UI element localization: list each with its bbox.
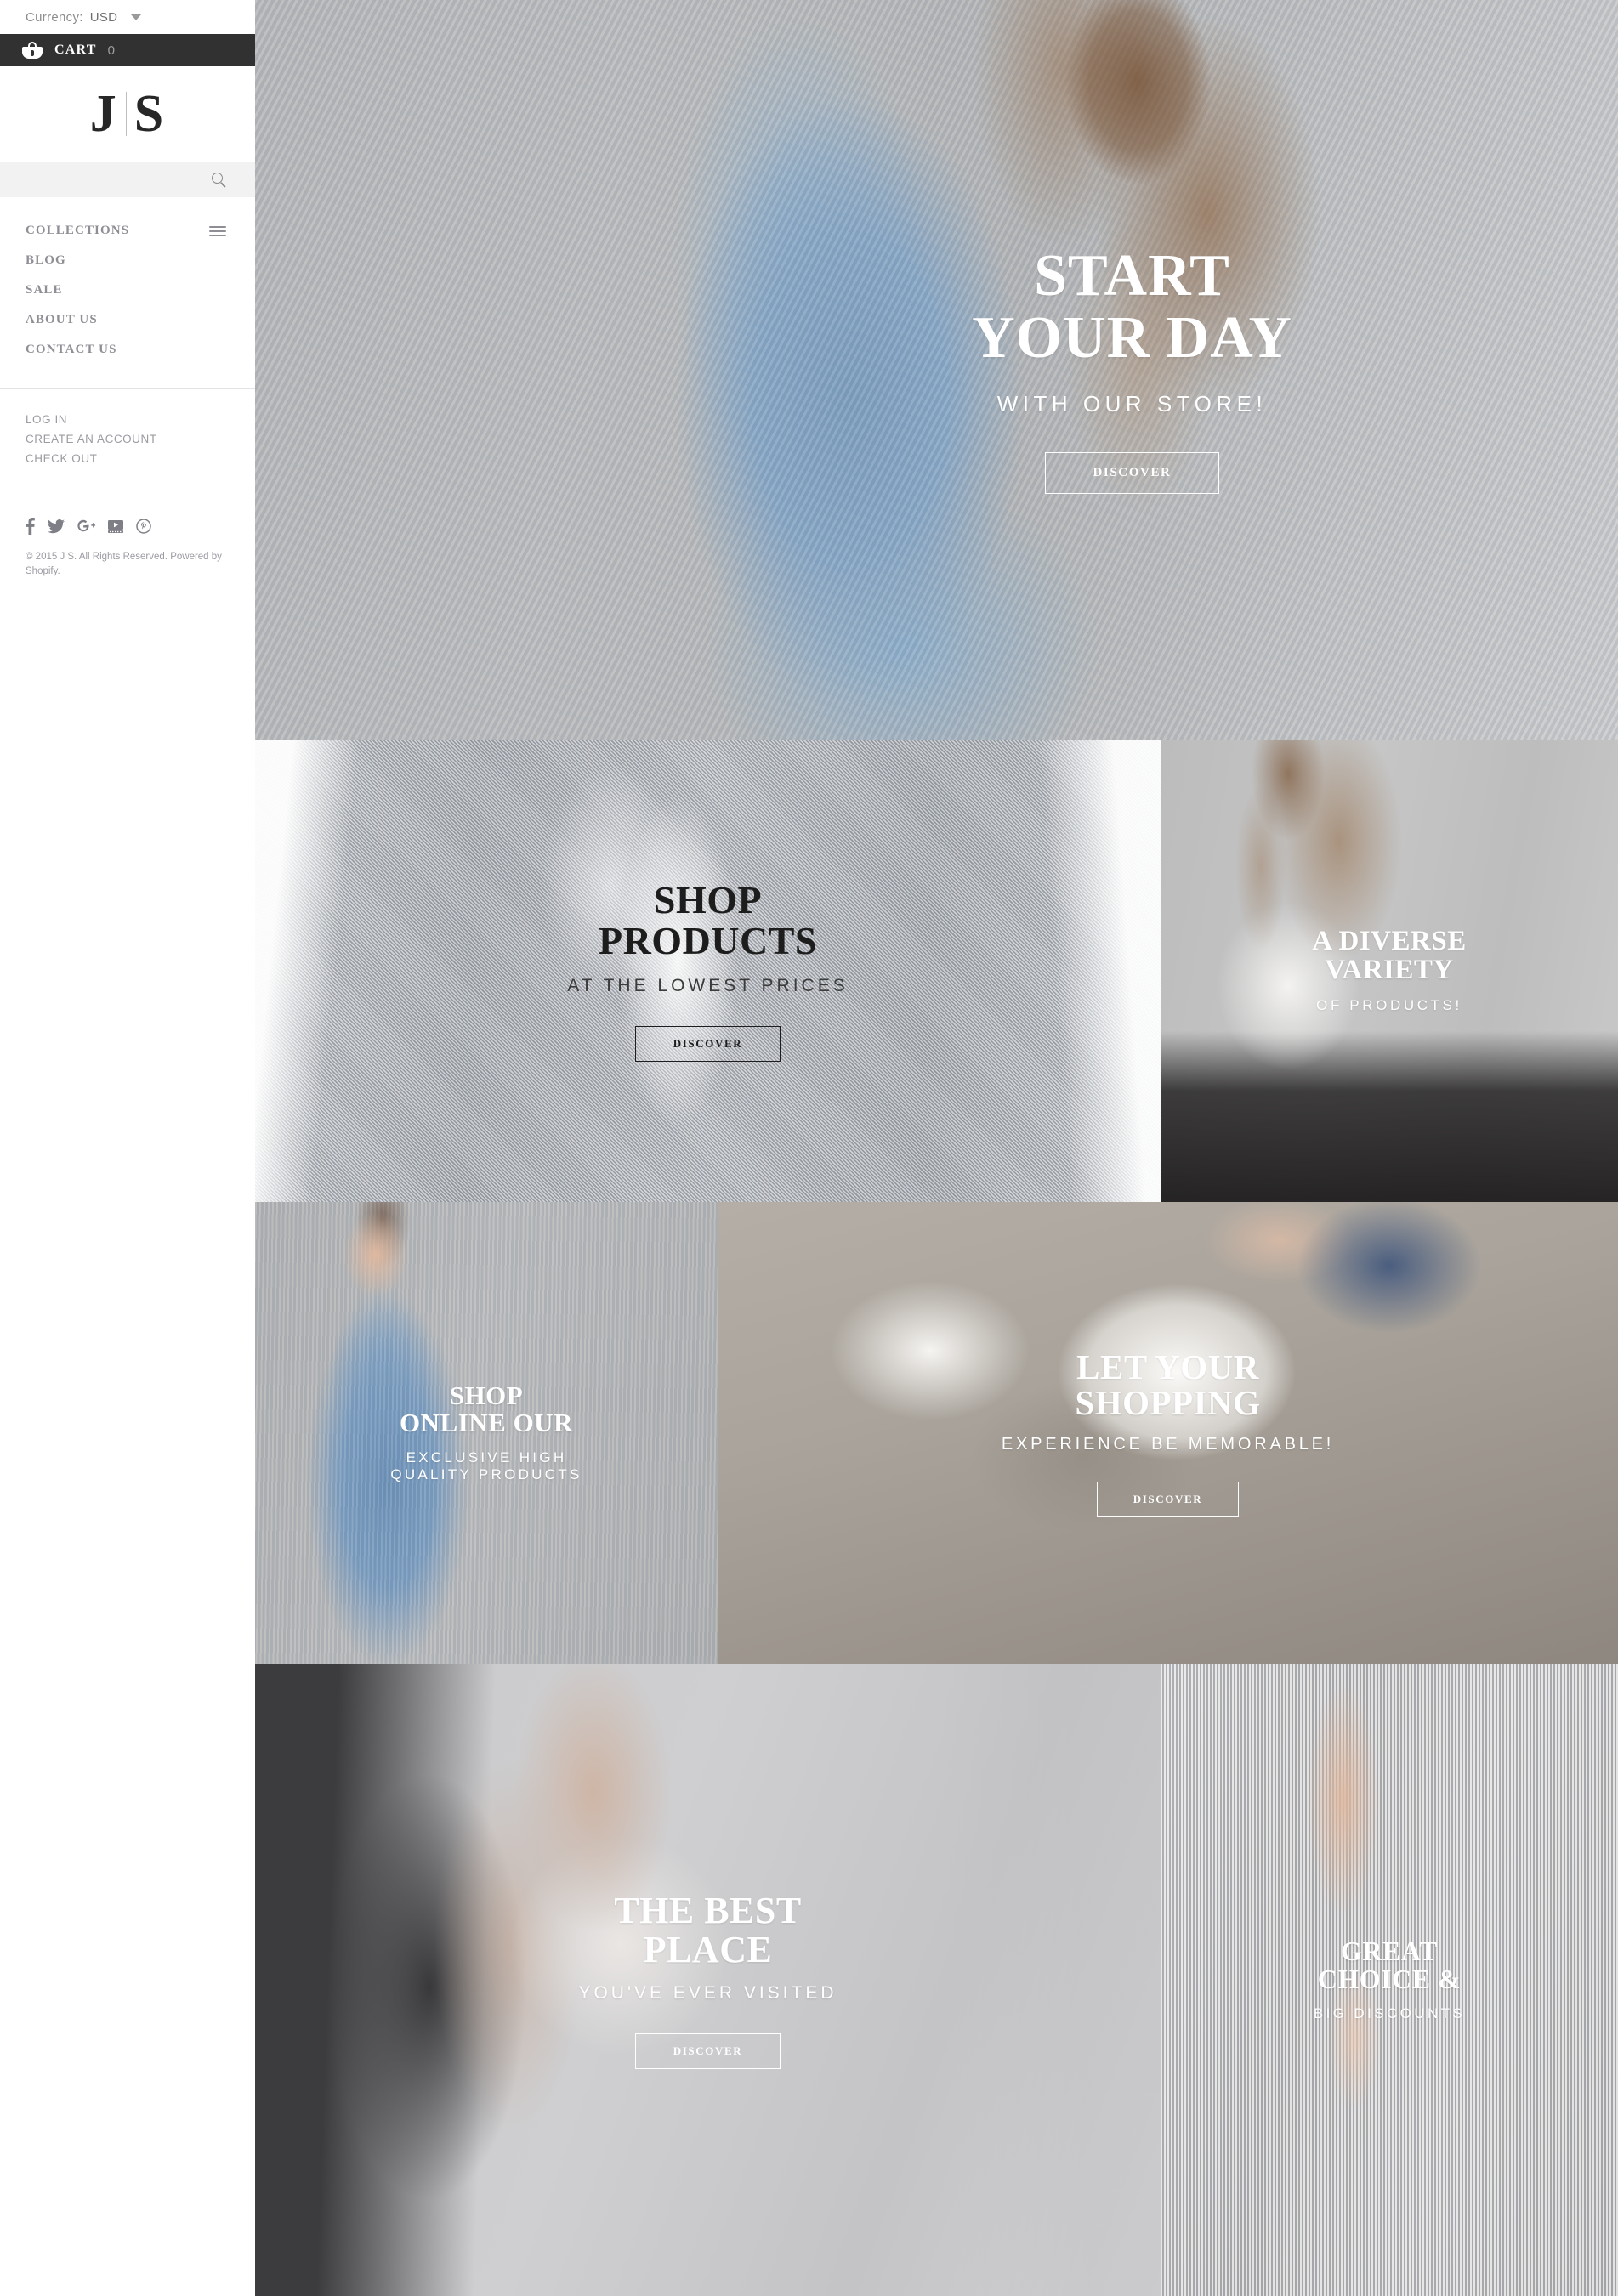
panel-hero[interactable]: START YOUR DAY WITH OUR STORE! DISCOVER xyxy=(255,0,1618,740)
cart-button[interactable]: CART 0 xyxy=(0,34,255,66)
pinterest-icon[interactable] xyxy=(136,519,151,534)
sidebar-item-label[interactable]: ABOUT US xyxy=(26,313,98,327)
panel-let-your-shopping[interactable]: LET YOUR SHOPPING EXPERIENCE BE MEMORABL… xyxy=(718,1202,1618,1664)
chevron-down-icon xyxy=(131,14,142,20)
panel-shop-online[interactable]: SHOP ONLINE OUR EXCLUSIVE HIGH QUALITY P… xyxy=(255,1202,718,1664)
check-out-link[interactable]: CHECK OUT xyxy=(26,449,255,468)
sidebar-item-about-us[interactable]: ABOUT US xyxy=(26,305,255,335)
facebook-icon[interactable] xyxy=(26,518,35,535)
page-root: Currency: USD CART 0 J S COLLECTIONS BLO… xyxy=(0,0,1618,2296)
great-choice-title-line1: GREAT xyxy=(1341,1935,1438,1966)
sidebar-item-contact-us[interactable]: CONTACT US xyxy=(26,335,255,365)
logo-divider xyxy=(125,92,127,136)
hero-title-line2: YOUR DAY xyxy=(972,304,1292,371)
google-plus-icon[interactable] xyxy=(77,519,95,534)
shop-online-title-line2: ONLINE OUR xyxy=(400,1408,573,1438)
shop-products-discover-button[interactable]: DISCOVER xyxy=(634,1025,781,1062)
best-place-title-line1: THE BEST xyxy=(614,1889,802,1931)
logo-letter-s: S xyxy=(133,84,166,143)
sidebar-item-label[interactable]: COLLECTIONS xyxy=(26,224,129,238)
shop-online-subtitle-line1: EXCLUSIVE HIGH xyxy=(406,1448,567,1465)
cart-label: CART xyxy=(54,43,97,57)
hamburger-icon[interactable] xyxy=(209,225,226,236)
great-choice-subtitle: BIG DISCOUNTS xyxy=(1313,2005,1466,2022)
great-choice-title-line2: CHOICE & xyxy=(1317,1964,1462,1995)
diverse-variety-title-line2: VARIETY xyxy=(1325,955,1454,986)
cart-count: 0 xyxy=(107,43,115,58)
sidebar-item-label[interactable]: CONTACT US xyxy=(26,343,117,357)
shop-products-title-line2: PRODUCTS xyxy=(598,919,818,963)
cart-icon xyxy=(22,42,43,59)
main-navigation: COLLECTIONS BLOG SALE ABOUT US CONTACT U… xyxy=(0,197,255,380)
best-place-discover-button[interactable]: DISCOVER xyxy=(634,2033,781,2070)
site-logo[interactable]: J S xyxy=(0,66,255,162)
log-in-link[interactable]: LOG IN xyxy=(26,410,255,429)
sidebar-item-sale[interactable]: SALE xyxy=(26,275,255,305)
youtube-icon[interactable] xyxy=(108,519,123,534)
hero-subtitle: WITH OUR STORE! xyxy=(996,391,1268,417)
create-account-link[interactable]: CREATE AN ACCOUNT xyxy=(26,429,255,449)
sidebar-item-label[interactable]: BLOG xyxy=(26,253,66,268)
panel-diverse-variety[interactable]: A DIVERSE VARIETY OF PRODUCTS! xyxy=(1161,740,1618,1202)
currency-selector[interactable]: Currency: USD xyxy=(0,0,255,34)
sidebar-item-label[interactable]: SALE xyxy=(26,283,63,298)
sidebar-item-collections[interactable]: COLLECTIONS xyxy=(26,216,255,246)
search-icon[interactable] xyxy=(212,172,226,187)
twitter-icon[interactable] xyxy=(48,519,65,534)
panel-shop-products[interactable]: SHOP PRODUCTS AT THE LOWEST PRICES DISCO… xyxy=(255,740,1161,1202)
hero-discover-button[interactable]: DISCOVER xyxy=(1044,452,1220,495)
account-navigation: LOG IN CREATE AN ACCOUNT CHECK OUT xyxy=(0,389,255,468)
panel-best-place[interactable]: THE BEST PLACE YOU'VE EVER VISITED DISCO… xyxy=(255,1664,1161,2296)
hero-title-line1: START xyxy=(1034,242,1230,309)
search-input[interactable] xyxy=(0,162,212,197)
shop-products-title-line1: SHOP xyxy=(653,878,763,922)
diverse-variety-title-line1: A DIVERSE xyxy=(1312,925,1467,956)
shop-online-subtitle-line2: QUALITY PRODUCTS xyxy=(390,1466,582,1483)
logo-text: J S xyxy=(90,84,165,145)
shop-products-subtitle: AT THE LOWEST PRICES xyxy=(567,976,849,996)
let-your-shopping-discover-button[interactable]: DISCOVER xyxy=(1096,1482,1240,1518)
let-your-shopping-title-line1: LET YOUR xyxy=(1076,1346,1259,1386)
sidebar-item-blog[interactable]: BLOG xyxy=(26,246,255,275)
currency-value: USD xyxy=(89,9,118,25)
currency-label: Currency: xyxy=(26,9,83,25)
shop-online-title-line1: SHOP xyxy=(449,1380,524,1411)
diverse-variety-subtitle: OF PRODUCTS! xyxy=(1316,997,1462,1014)
let-your-shopping-subtitle: EXPERIENCE BE MEMORABLE! xyxy=(1001,1434,1335,1454)
best-place-title-line2: PLACE xyxy=(643,1928,773,1970)
panel-great-choice[interactable]: GREAT CHOICE & BIG DISCOUNTS xyxy=(1161,1664,1618,2296)
let-your-shopping-title-line2: SHOPPING xyxy=(1075,1383,1261,1423)
logo-letter-j: J xyxy=(89,84,118,143)
sidebar: Currency: USD CART 0 J S COLLECTIONS BLO… xyxy=(0,0,255,2296)
social-links xyxy=(0,468,255,535)
copyright-text: © 2015 J S. All Rights Reserved. Powered… xyxy=(26,552,222,577)
best-place-subtitle: YOU'VE EVER VISITED xyxy=(578,1983,837,2004)
search-bar[interactable] xyxy=(0,162,255,197)
main-content: START YOUR DAY WITH OUR STORE! DISCOVER … xyxy=(255,0,1618,2296)
